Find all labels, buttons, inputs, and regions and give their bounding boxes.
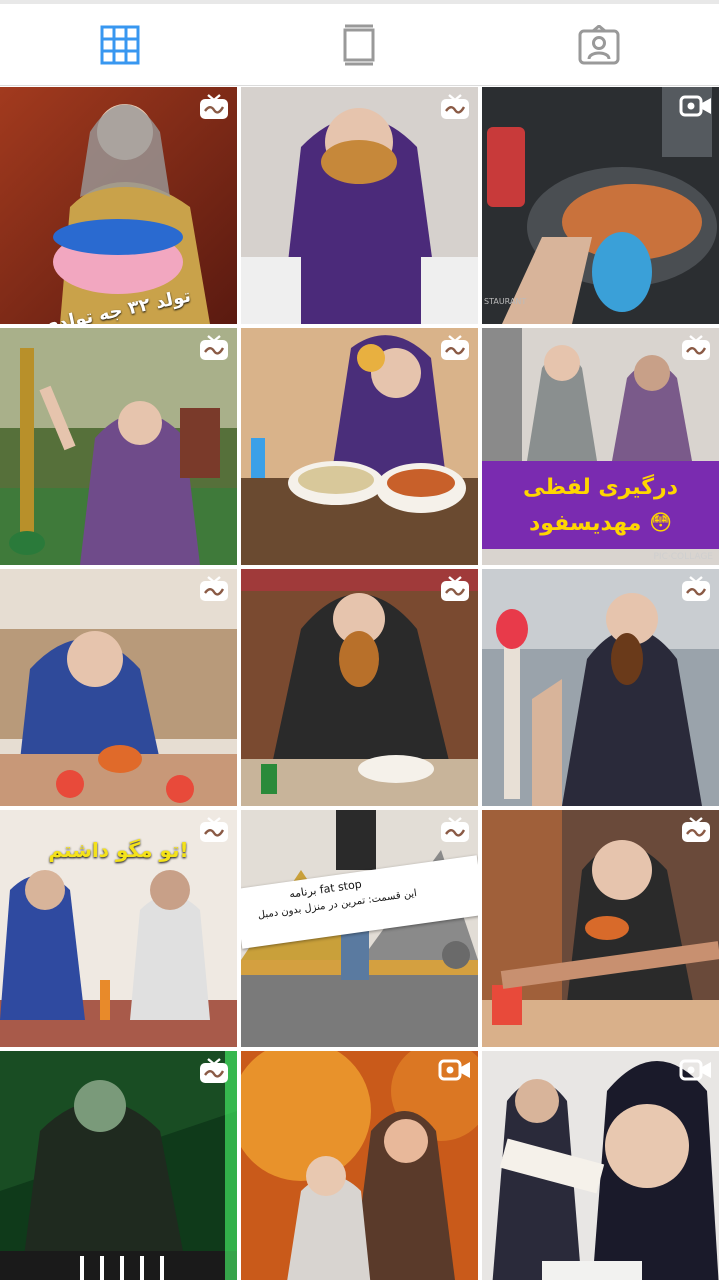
post-5-thumbnail (241, 328, 478, 565)
igtv-icon (441, 576, 469, 601)
post-8-thumbnail (241, 569, 478, 806)
post-13-thumbnail (0, 1051, 237, 1280)
video-icon (679, 95, 711, 117)
igtv-icon (200, 94, 228, 119)
igtv-icon (682, 335, 710, 360)
grid-post-7[interactable] (0, 569, 237, 806)
grid-post-10[interactable]: تو مگو داشتم! (0, 810, 237, 1047)
igtv-icon (200, 335, 228, 360)
post-6-banner-line1: درگیری لفظی (522, 475, 679, 500)
grid-post-8[interactable] (241, 569, 478, 806)
feed-icon (343, 24, 375, 65)
grid-post-4[interactable] (0, 328, 237, 565)
post-1-thumbnail (0, 87, 237, 324)
igtv-icon (200, 1058, 228, 1083)
post-14-thumbnail (241, 1051, 478, 1280)
igtv-icon (682, 817, 710, 842)
post-2-thumbnail (241, 87, 478, 324)
grid-post-5[interactable] (241, 328, 478, 565)
grid-post-6[interactable]: درگیری لفظی مهدیسفود 😳 PIC·COLLAGE (482, 328, 719, 565)
igtv-icon (441, 817, 469, 842)
post-6-banner-line2: مهدیسفود 😳 (528, 511, 672, 536)
grid-post-3[interactable]: STAURANT (482, 87, 719, 324)
profile-tab-bar (0, 4, 719, 86)
igtv-icon (441, 94, 469, 119)
grid-post-15[interactable] (482, 1051, 719, 1280)
post-12-thumbnail (482, 810, 719, 1047)
grid-post-9[interactable] (482, 569, 719, 806)
grid-post-1[interactable]: تولد ۳۲ جه تولدی (0, 87, 237, 324)
post-6-watermark: PIC·COLLAGE (653, 552, 714, 562)
igtv-icon (441, 335, 469, 360)
grid-icon (100, 25, 140, 64)
tab-tagged[interactable] (539, 4, 659, 85)
post-9-thumbnail (482, 569, 719, 806)
tab-grid[interactable] (60, 4, 180, 85)
grid-post-2[interactable] (241, 87, 478, 324)
post-3-thumbnail (482, 87, 719, 324)
grid-post-11[interactable]: برنامه fat stop این قسمت: تمرین در منزل … (241, 810, 478, 1047)
tab-feed[interactable] (299, 4, 419, 85)
igtv-icon (682, 576, 710, 601)
post-7-thumbnail (0, 569, 237, 806)
igtv-icon (200, 576, 228, 601)
grid-post-14[interactable] (241, 1051, 478, 1280)
media-grid: تولد ۳۲ جه تولدی STAURANT درگیری لفظی مه… (0, 87, 719, 1280)
tagged-person-icon (578, 24, 620, 64)
post-15-thumbnail (482, 1051, 719, 1280)
video-icon (679, 1059, 711, 1081)
post-3-caption: STAURANT (484, 297, 527, 306)
video-icon (438, 1059, 470, 1081)
igtv-icon (200, 817, 228, 842)
grid-post-12[interactable] (482, 810, 719, 1047)
grid-post-13[interactable] (0, 1051, 237, 1280)
post-4-thumbnail (0, 328, 237, 565)
